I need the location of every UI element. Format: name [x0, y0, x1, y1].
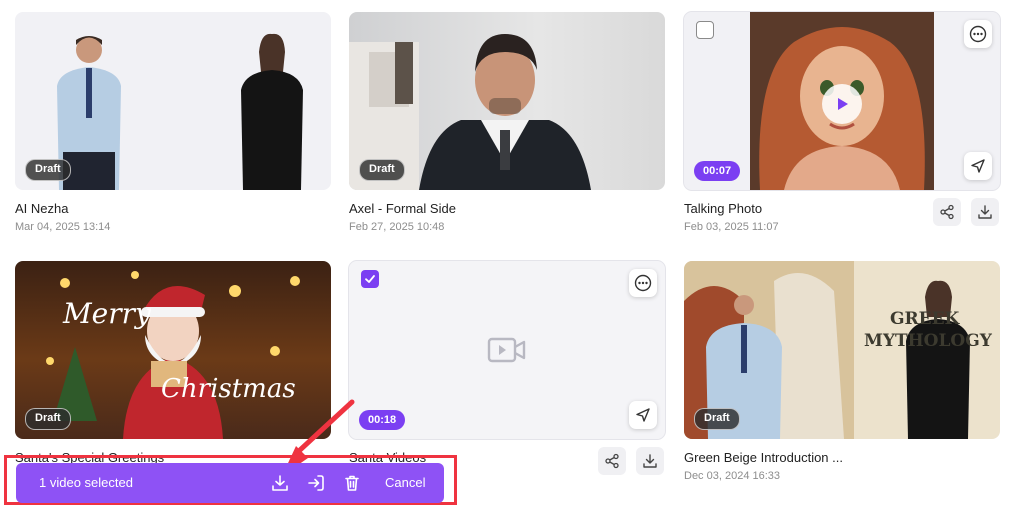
status-badge: Draft: [25, 159, 71, 181]
status-badge: Draft: [694, 408, 740, 430]
more-icon: [634, 274, 652, 292]
video-card[interactable]: Draft Axel - Formal Side Feb 27, 2025 10…: [349, 12, 665, 233]
video-placeholder-icon: [487, 337, 526, 363]
bulk-move-button[interactable]: [305, 472, 327, 494]
move-icon: [308, 475, 324, 491]
video-card[interactable]: GREEK MYTHOLOGY Draft Green Beige Introd…: [684, 261, 1000, 482]
select-checkbox[interactable]: [361, 270, 379, 288]
video-thumbnail[interactable]: 00:18: [348, 260, 666, 440]
more-options-button[interactable]: [964, 20, 992, 48]
trash-icon: [345, 475, 359, 491]
download-button[interactable]: [971, 198, 999, 226]
share-icon: [940, 204, 954, 220]
send-button[interactable]: [964, 152, 992, 180]
cancel-button[interactable]: Cancel: [385, 475, 425, 490]
video-date: Feb 27, 2025 10:48: [349, 221, 445, 233]
overlay-text: Merry: [63, 297, 151, 330]
video-thumbnail[interactable]: Merry Christmas Draft: [15, 261, 331, 439]
selection-count: 1 video selected: [39, 475, 133, 490]
send-button[interactable]: [629, 401, 657, 429]
download-icon: [272, 475, 288, 491]
overlay-text: GREEK: [890, 309, 960, 329]
status-badge: Draft: [359, 159, 405, 181]
video-card[interactable]: 00:18 Santa Videos: [348, 260, 666, 475]
more-icon: [969, 25, 987, 43]
video-card[interactable]: Merry Christmas Draft Santa's Special Gr…: [15, 261, 331, 465]
download-icon: [643, 454, 657, 468]
bulk-download-button[interactable]: [269, 472, 291, 494]
download-icon: [978, 205, 992, 219]
video-thumbnail[interactable]: GREEK MYTHOLOGY Draft: [684, 261, 1000, 439]
duration-badge: 00:07: [694, 161, 741, 181]
video-title[interactable]: Axel - Formal Side: [349, 201, 665, 216]
video-date: Mar 04, 2025 13:14: [15, 221, 111, 233]
selection-toolbar: 1 video selected Cancel: [16, 463, 444, 503]
video-thumbnail[interactable]: Draft: [349, 12, 665, 190]
overlay-text: MYTHOLOGY: [864, 331, 992, 351]
overlay-text: Christmas: [161, 374, 296, 404]
duration-badge: 00:18: [359, 410, 406, 430]
share-button[interactable]: [598, 447, 626, 475]
share-button[interactable]: [933, 198, 961, 226]
share-icon: [605, 453, 619, 469]
video-title[interactable]: Green Beige Introduction ...: [684, 450, 1000, 465]
play-button[interactable]: [822, 84, 862, 124]
video-title[interactable]: AI Nezha: [15, 201, 331, 216]
more-options-button[interactable]: [629, 269, 657, 297]
video-thumbnail[interactable]: Draft: [15, 12, 331, 190]
check-icon: [365, 275, 375, 283]
video-card[interactable]: 00:07 Talking Photo Feb 03, 2025 11:07: [683, 11, 1001, 233]
select-checkbox[interactable]: [696, 21, 714, 39]
play-icon: [838, 98, 848, 110]
send-icon: [971, 159, 985, 173]
status-badge: Draft: [25, 408, 71, 430]
send-icon: [636, 408, 650, 422]
video-thumbnail[interactable]: 00:07: [683, 11, 1001, 191]
video-card[interactable]: Draft AI Nezha Mar 04, 2025 13:14: [15, 12, 331, 233]
video-date: Dec 03, 2024 16:33: [684, 470, 781, 482]
download-button[interactable]: [636, 447, 664, 475]
bulk-delete-button[interactable]: [341, 472, 363, 494]
